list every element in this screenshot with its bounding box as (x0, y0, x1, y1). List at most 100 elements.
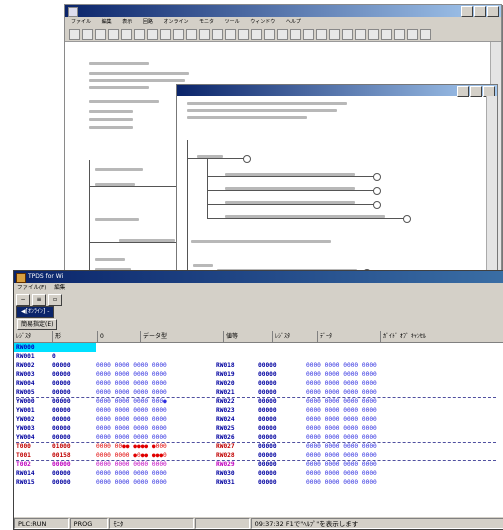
rung-line (207, 204, 377, 205)
toolbar-button[interactable] (329, 28, 340, 40)
register-value: 00000 (258, 452, 277, 459)
table-row[interactable]: YW002 00000 0000 0000 0000 0000 RW024 00000 0… (14, 415, 503, 424)
column-header: ｶﾞｲﾄﾞ ｵﾌﾞ ｷｬﾝｾﾙ (381, 331, 503, 342)
spec-row: 簡易指定(E) (14, 318, 503, 330)
menu-item[interactable]: 回路 (143, 19, 153, 25)
toolbar-button[interactable]: ▫ (48, 293, 62, 306)
toolbar-button[interactable] (212, 28, 223, 40)
close-button[interactable] (487, 6, 499, 17)
table-row[interactable]: RW003 00000 0000 0000 0000 0000 RW019 00000 0… (14, 370, 503, 379)
toolbar-button[interactable] (186, 28, 197, 40)
register-name: RW025 (216, 425, 235, 432)
register-bits: 0000 0000 0000 0000 (96, 389, 167, 396)
toolbar-button[interactable] (342, 28, 353, 40)
maximize-button[interactable] (474, 6, 486, 17)
toolbar-button[interactable] (290, 28, 301, 40)
register-name: RW023 (216, 407, 235, 414)
column-header: 値等 (224, 331, 273, 342)
menu-item[interactable]: ファイル (71, 19, 91, 25)
register-name: RW028 (216, 452, 235, 459)
rung-comment (187, 116, 307, 119)
register-value (258, 352, 306, 361)
table-row[interactable]: RW015 00000 0000 0000 0000 0000 RW031 00000 0… (14, 478, 503, 487)
menu-item[interactable]: ウィンドウ (250, 19, 275, 25)
table-row[interactable]: RW014 00000 0000 0000 0000 0000 RW030 00000 0… (14, 469, 503, 478)
register-bits: 0000 0000 0000 0000 (306, 416, 377, 423)
register-name: RW022 (216, 398, 235, 405)
toolbar-button[interactable] (368, 28, 379, 40)
menu-item[interactable]: 表示 (122, 19, 132, 25)
toolbar-button[interactable] (303, 28, 314, 40)
table-row[interactable]: RW002 00000 0000 0000 0000 0000 RW018 00000 0… (14, 361, 503, 370)
toolbar-button[interactable] (69, 28, 80, 40)
ladder-editor-menubar: ファイル 編集 表示 回路 オンライン モニタ ツール ウィンドウ ヘルプ (65, 17, 501, 27)
toolbar-button[interactable] (121, 28, 132, 40)
register-value: 00000 (258, 362, 277, 369)
menu-item-file[interactable]: ファイル(F) (17, 285, 46, 291)
toolbar-button[interactable] (238, 28, 249, 40)
table-row[interactable]: RW005 00000 0000 0000 0000 0000 RW021 00000 0… (14, 388, 503, 397)
table-row[interactable]: RW004 00000 0000 0000 0000 0000 RW020 00000 0… (14, 379, 503, 388)
toolbar-button[interactable] (407, 28, 418, 40)
menu-item[interactable]: モニタ (199, 19, 214, 25)
register-bits: 0000 0000 0000 0000 (306, 389, 377, 396)
online-mode-tab[interactable]: ◀[ｵﾝﾗｲﾝ] - (16, 306, 55, 318)
tpds-menubar: ファイル(F) 編集 (14, 283, 503, 293)
simple-spec-button[interactable]: 簡易指定(E) (17, 318, 58, 330)
table-row[interactable]: YW000 00000 0000 0000 0000 000● RW022 00000 0… (14, 397, 503, 406)
toolbar-button[interactable] (420, 28, 431, 40)
menu-item[interactable]: ヘルプ (286, 19, 301, 25)
table-row[interactable]: YW004 00000 0000 0000 0000 0000 RW026 00000 0… (14, 433, 503, 442)
table-row[interactable]: YW001 00000 0000 0000 0000 0000 RW023 00000 0… (14, 406, 503, 415)
toolbar-button[interactable] (160, 28, 171, 40)
toolbar-button[interactable] (277, 28, 288, 40)
tpds-toolbar: − ≡ ▫ (14, 293, 503, 306)
toolbar-button[interactable] (82, 28, 93, 40)
ladder-detail-titlebar (177, 85, 497, 97)
menu-item[interactable]: オンライン (163, 19, 188, 25)
register-value (258, 343, 306, 352)
table-row[interactable]: T001 00158 0000 0000 ●0●● ●●●0 RW028 00000 00… (14, 451, 503, 460)
table-row[interactable]: RW001 0 (14, 352, 503, 361)
table-row[interactable]: RW000 (14, 343, 503, 352)
register-bits: 0000 0000 0000 000● (96, 398, 167, 405)
toolbar-button[interactable] (147, 28, 158, 40)
table-row[interactable]: T000 01000 0000 00●● ●●●● ●000 RW027 00000 00… (14, 442, 503, 451)
tpds-titlebar: TPDS for Wi (14, 271, 503, 283)
table-row[interactable]: YW003 00000 0000 0000 0000 0000 RW025 00000 0… (14, 424, 503, 433)
status-sub: ﾓﾆﾀ (109, 518, 194, 529)
ladder-editor-titlebar (65, 5, 501, 17)
toolbar-button[interactable] (264, 28, 275, 40)
toolbar-button[interactable] (134, 28, 145, 40)
toolbar-button[interactable] (225, 28, 236, 40)
toolbar-button[interactable]: ≡ (32, 293, 46, 306)
toolbar-button[interactable] (394, 28, 405, 40)
register-bits: 0000 0000 0000 0000 (306, 425, 377, 432)
column-header: 0 (98, 331, 141, 342)
register-bits: 0000 0000 0000 0000 (306, 434, 377, 441)
toolbar-button[interactable] (95, 28, 106, 40)
toolbar-button[interactable] (199, 28, 210, 40)
rung-comment (89, 86, 149, 89)
register-value: 00000 (258, 416, 277, 423)
register-value: 00000 (258, 461, 277, 468)
menu-item-edit[interactable]: 編集 (54, 285, 65, 291)
toolbar-button[interactable] (355, 28, 366, 40)
menu-item[interactable]: 編集 (102, 19, 112, 25)
toolbar-button[interactable] (316, 28, 327, 40)
table-row[interactable]: T002 00000 0000 0000 0000 0000 RW029 00000 00… (14, 460, 503, 469)
register-name: RW019 (216, 371, 235, 378)
minimize-button[interactable] (461, 6, 473, 17)
toolbar-button[interactable] (251, 28, 262, 40)
register-bits: 0000 0000 0000 0000 (306, 452, 377, 459)
rung-comment (95, 258, 125, 261)
toolbar-button[interactable]: − (16, 293, 30, 306)
toolbar-button[interactable] (381, 28, 392, 40)
toolbar-button[interactable] (108, 28, 119, 40)
menu-item[interactable]: ツール (225, 19, 240, 25)
rung-line (207, 218, 407, 219)
toolbar-button[interactable] (173, 28, 184, 40)
rung-comment (191, 240, 331, 243)
register-bits: 0000 00●● ●●●● ●000 (96, 443, 167, 450)
register-value: 00000 (258, 407, 277, 414)
